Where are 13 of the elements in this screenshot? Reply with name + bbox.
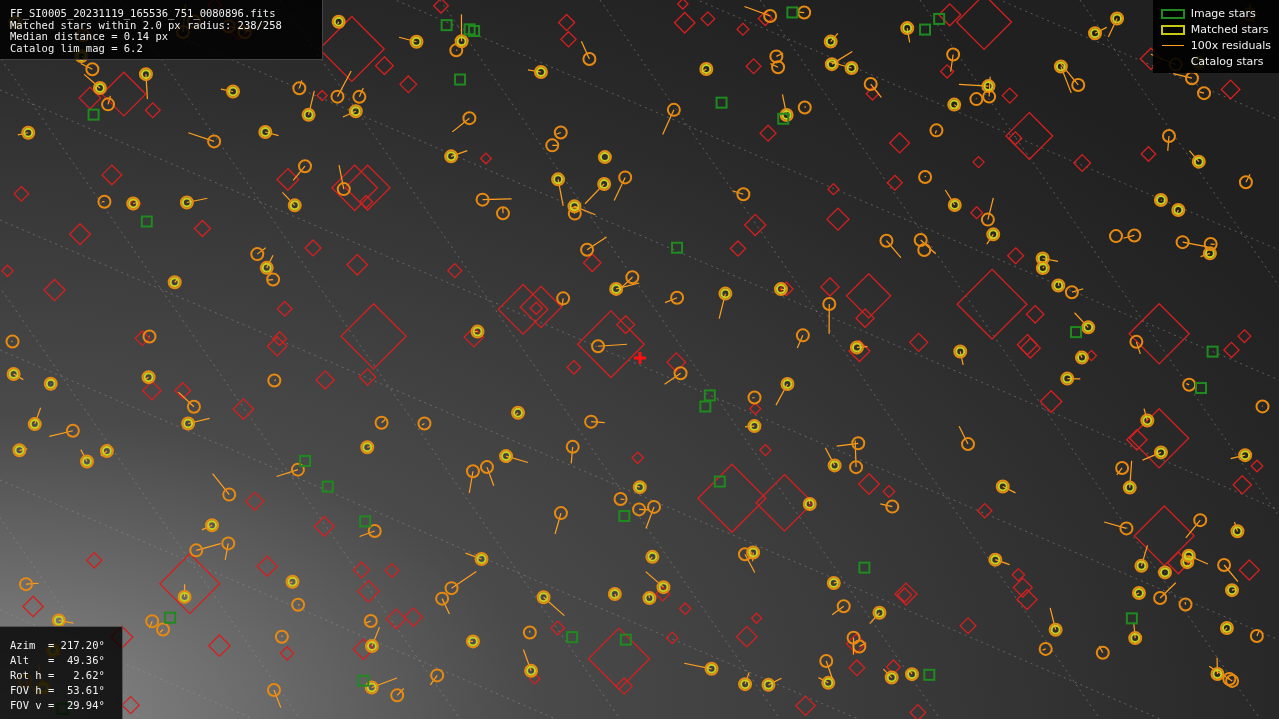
legend-label: Matched stars [1190,23,1269,36]
info-text: Median distance = 0.14 px [10,31,169,43]
info-text: Azim = 217.20° [10,638,106,653]
info-text: Alt = 49.36° [10,653,106,668]
info-text: Rot h = 2.62° [10,668,106,683]
info-text: FOV h = 53.61° [10,683,106,698]
legend-label: Image stars [1190,7,1256,20]
info-text: FF_SI0005_20231119_165536_751_0080896.fits [10,8,277,20]
info-text: FOV v = 29.94° [10,698,106,713]
info-text: Matched stars within 2.0 px radius: 238/258 [10,19,283,31]
legend-label: 100x residuals [1190,39,1271,52]
info-text: Catalog lim mag = 6.2 [10,42,144,54]
legend-label: Catalog stars [1190,55,1264,68]
